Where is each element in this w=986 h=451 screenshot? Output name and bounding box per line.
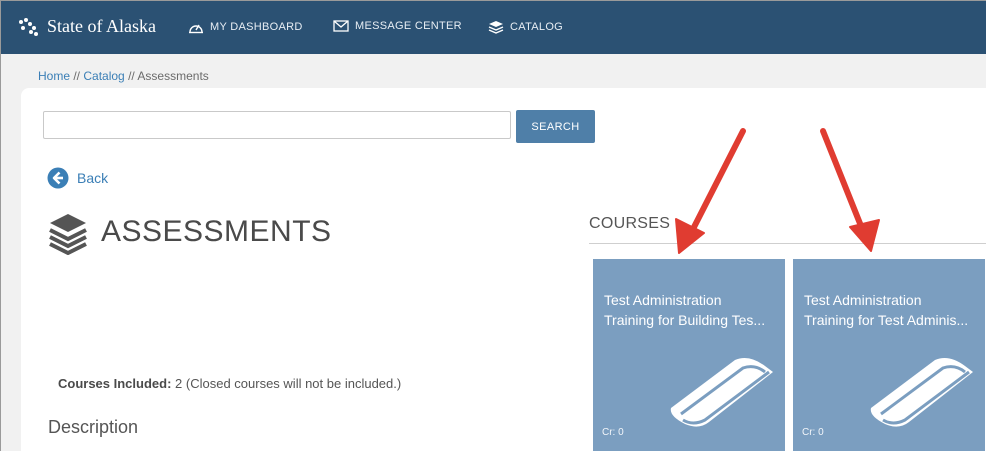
nav-my-dashboard-label: MY DASHBOARD bbox=[210, 21, 303, 33]
page-title: ASSESSMENTS bbox=[101, 215, 332, 248]
search-button[interactable]: SEARCH bbox=[516, 110, 595, 143]
nav-catalog[interactable]: CATALOG bbox=[488, 20, 563, 34]
catalog-stack-icon bbox=[49, 214, 87, 255]
course-card-credits: Cr: 0 bbox=[602, 427, 624, 438]
top-navbar: State of Alaska MY DASHBOARD MESSAGE CEN… bbox=[1, 1, 986, 54]
courses-included-label: Courses Included: bbox=[58, 376, 172, 391]
breadcrumb: Home // Catalog // Assessments bbox=[38, 69, 209, 83]
courses-divider bbox=[589, 243, 986, 244]
search-input[interactable] bbox=[43, 111, 511, 139]
course-card-title: Test Administration Training for Buildin… bbox=[604, 290, 779, 330]
envelope-icon bbox=[333, 20, 349, 32]
back-link-label: Back bbox=[77, 170, 109, 186]
courses-included: Courses Included: 2 (Closed courses will… bbox=[58, 376, 401, 391]
course-card-title-line: Training for Building Tes... bbox=[604, 312, 766, 328]
stack-icon bbox=[488, 21, 504, 34]
breadcrumb-catalog-link[interactable]: Catalog bbox=[83, 69, 124, 83]
back-link[interactable]: Back bbox=[47, 167, 108, 189]
description-heading: Description bbox=[48, 417, 139, 437]
course-card-title-line: Training for Test Adminis... bbox=[804, 312, 969, 328]
breadcrumb-separator: // bbox=[70, 69, 84, 83]
nav-message-center[interactable]: MESSAGE CENTER bbox=[333, 20, 462, 32]
brand-name: State of Alaska bbox=[47, 15, 156, 36]
nav-my-dashboard[interactable]: MY DASHBOARD bbox=[188, 20, 303, 34]
courses-included-value: 2 (Closed courses will not be included.) bbox=[171, 376, 402, 391]
breadcrumb-separator: // bbox=[124, 69, 138, 83]
book-icon bbox=[670, 358, 773, 427]
nav-message-center-label: MESSAGE CENTER bbox=[355, 20, 462, 32]
book-icon bbox=[870, 358, 973, 427]
courses-heading: COURSES bbox=[589, 215, 671, 232]
course-card[interactable]: Test Administration Training for Buildin… bbox=[593, 259, 785, 451]
breadcrumb-current: Assessments bbox=[137, 69, 209, 83]
course-card-title: Test Administration Training for Test Ad… bbox=[804, 290, 979, 330]
nav-catalog-label: CATALOG bbox=[510, 21, 564, 33]
arrow-left-circle-icon bbox=[47, 167, 69, 189]
page-header: ASSESSMENTS bbox=[47, 209, 332, 255]
course-card-title-line: Test Administration bbox=[604, 292, 722, 308]
dipper-logo-icon bbox=[19, 18, 38, 36]
course-card-credits: Cr: 0 bbox=[802, 427, 824, 438]
breadcrumb-home-link[interactable]: Home bbox=[38, 69, 70, 83]
brand-link[interactable]: State of Alaska bbox=[17, 15, 156, 37]
dashboard-icon bbox=[189, 24, 203, 34]
course-card[interactable]: Test Administration Training for Test Ad… bbox=[793, 259, 985, 451]
course-card-title-line: Test Administration bbox=[804, 292, 922, 308]
